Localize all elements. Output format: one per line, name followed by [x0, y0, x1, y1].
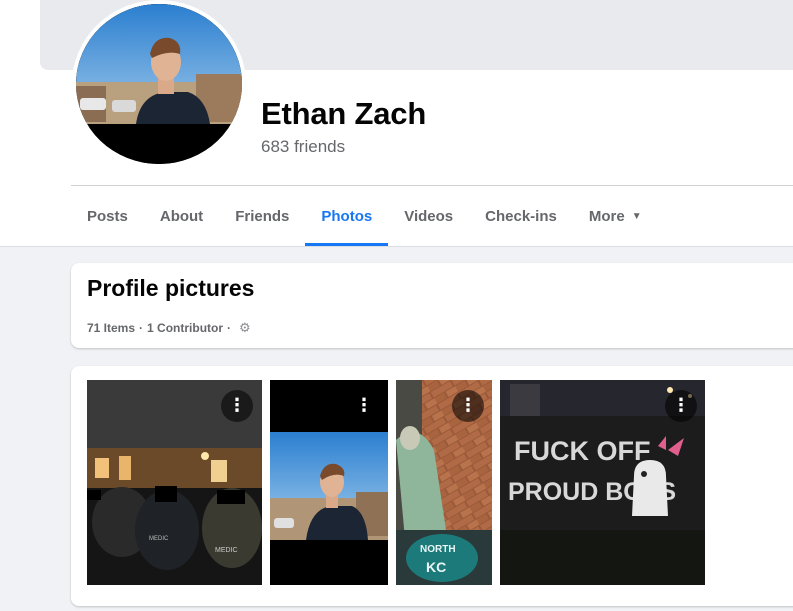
photo-options-button[interactable]: ⋮ [452, 390, 484, 422]
photo-grid-card: MEDIC MEDIC ⋮ ⋮ NORTH KC ⋮ FUCK OFF PROU… [71, 366, 793, 606]
tab-label: Check-ins [485, 207, 557, 225]
caret-down-icon: ▼ [631, 210, 642, 222]
tab-more[interactable]: More ▼ [573, 186, 658, 246]
friends-count[interactable]: 683 friends [261, 137, 345, 157]
tab-label: Photos [321, 207, 373, 225]
profile-header: Ethan Zach 683 friends Posts About Frien… [0, 0, 793, 246]
photo-options-button[interactable]: ⋮ [348, 390, 380, 422]
photo-thumbnail-2[interactable]: ⋮ [270, 380, 388, 585]
tab-label: More [588, 207, 625, 225]
profile-name: Ethan Zach [261, 96, 427, 131]
profile-tabs: Posts About Friends Photos Videos Check-… [71, 186, 658, 246]
tab-videos[interactable]: Videos [388, 186, 469, 246]
photo-thumbnail-4[interactable]: FUCK OFF PROUD BOYS ⋮ [500, 380, 705, 585]
photo-options-button[interactable]: ⋮ [665, 390, 697, 422]
tab-friends[interactable]: Friends [219, 186, 305, 246]
tab-label: About [159, 207, 204, 225]
avatar-image [76, 4, 242, 164]
album-header-card: Profile pictures 71 Items · 1 Contributo… [71, 263, 793, 348]
tab-about[interactable]: About [144, 186, 219, 246]
album-contributors[interactable]: 1 Contributor [147, 321, 223, 335]
logo-text: KC [426, 559, 446, 575]
gear-icon[interactable]: ⚙ [239, 320, 251, 336]
meta-separator: · [227, 321, 232, 335]
photo-options-button[interactable]: ⋮ [221, 390, 253, 422]
tab-label: Friends [235, 207, 290, 225]
meta-separator: · [139, 321, 144, 335]
photo-patch-text: MEDIC [215, 547, 238, 554]
album-item-count: 71 Items [87, 321, 136, 335]
photo-patch-text: MEDIC [149, 536, 169, 542]
photo-thumbnail-1[interactable]: MEDIC MEDIC ⋮ [87, 380, 262, 585]
tab-photos[interactable]: Photos [305, 186, 389, 246]
album-meta: 71 Items · 1 Contributor · ⚙ [87, 320, 251, 336]
tab-checkins[interactable]: Check-ins [469, 186, 573, 246]
tab-label: Videos [404, 207, 454, 225]
photo-thumbnail-3[interactable]: NORTH KC ⋮ [396, 380, 492, 585]
tab-label: Posts [87, 207, 128, 225]
tab-posts[interactable]: Posts [71, 186, 144, 246]
profile-avatar[interactable] [72, 0, 246, 168]
logo-text: NORTH [420, 544, 456, 555]
header-shadow [0, 246, 793, 247]
album-title: Profile pictures [87, 275, 255, 301]
banner-text: FUCK OFF [514, 436, 650, 466]
